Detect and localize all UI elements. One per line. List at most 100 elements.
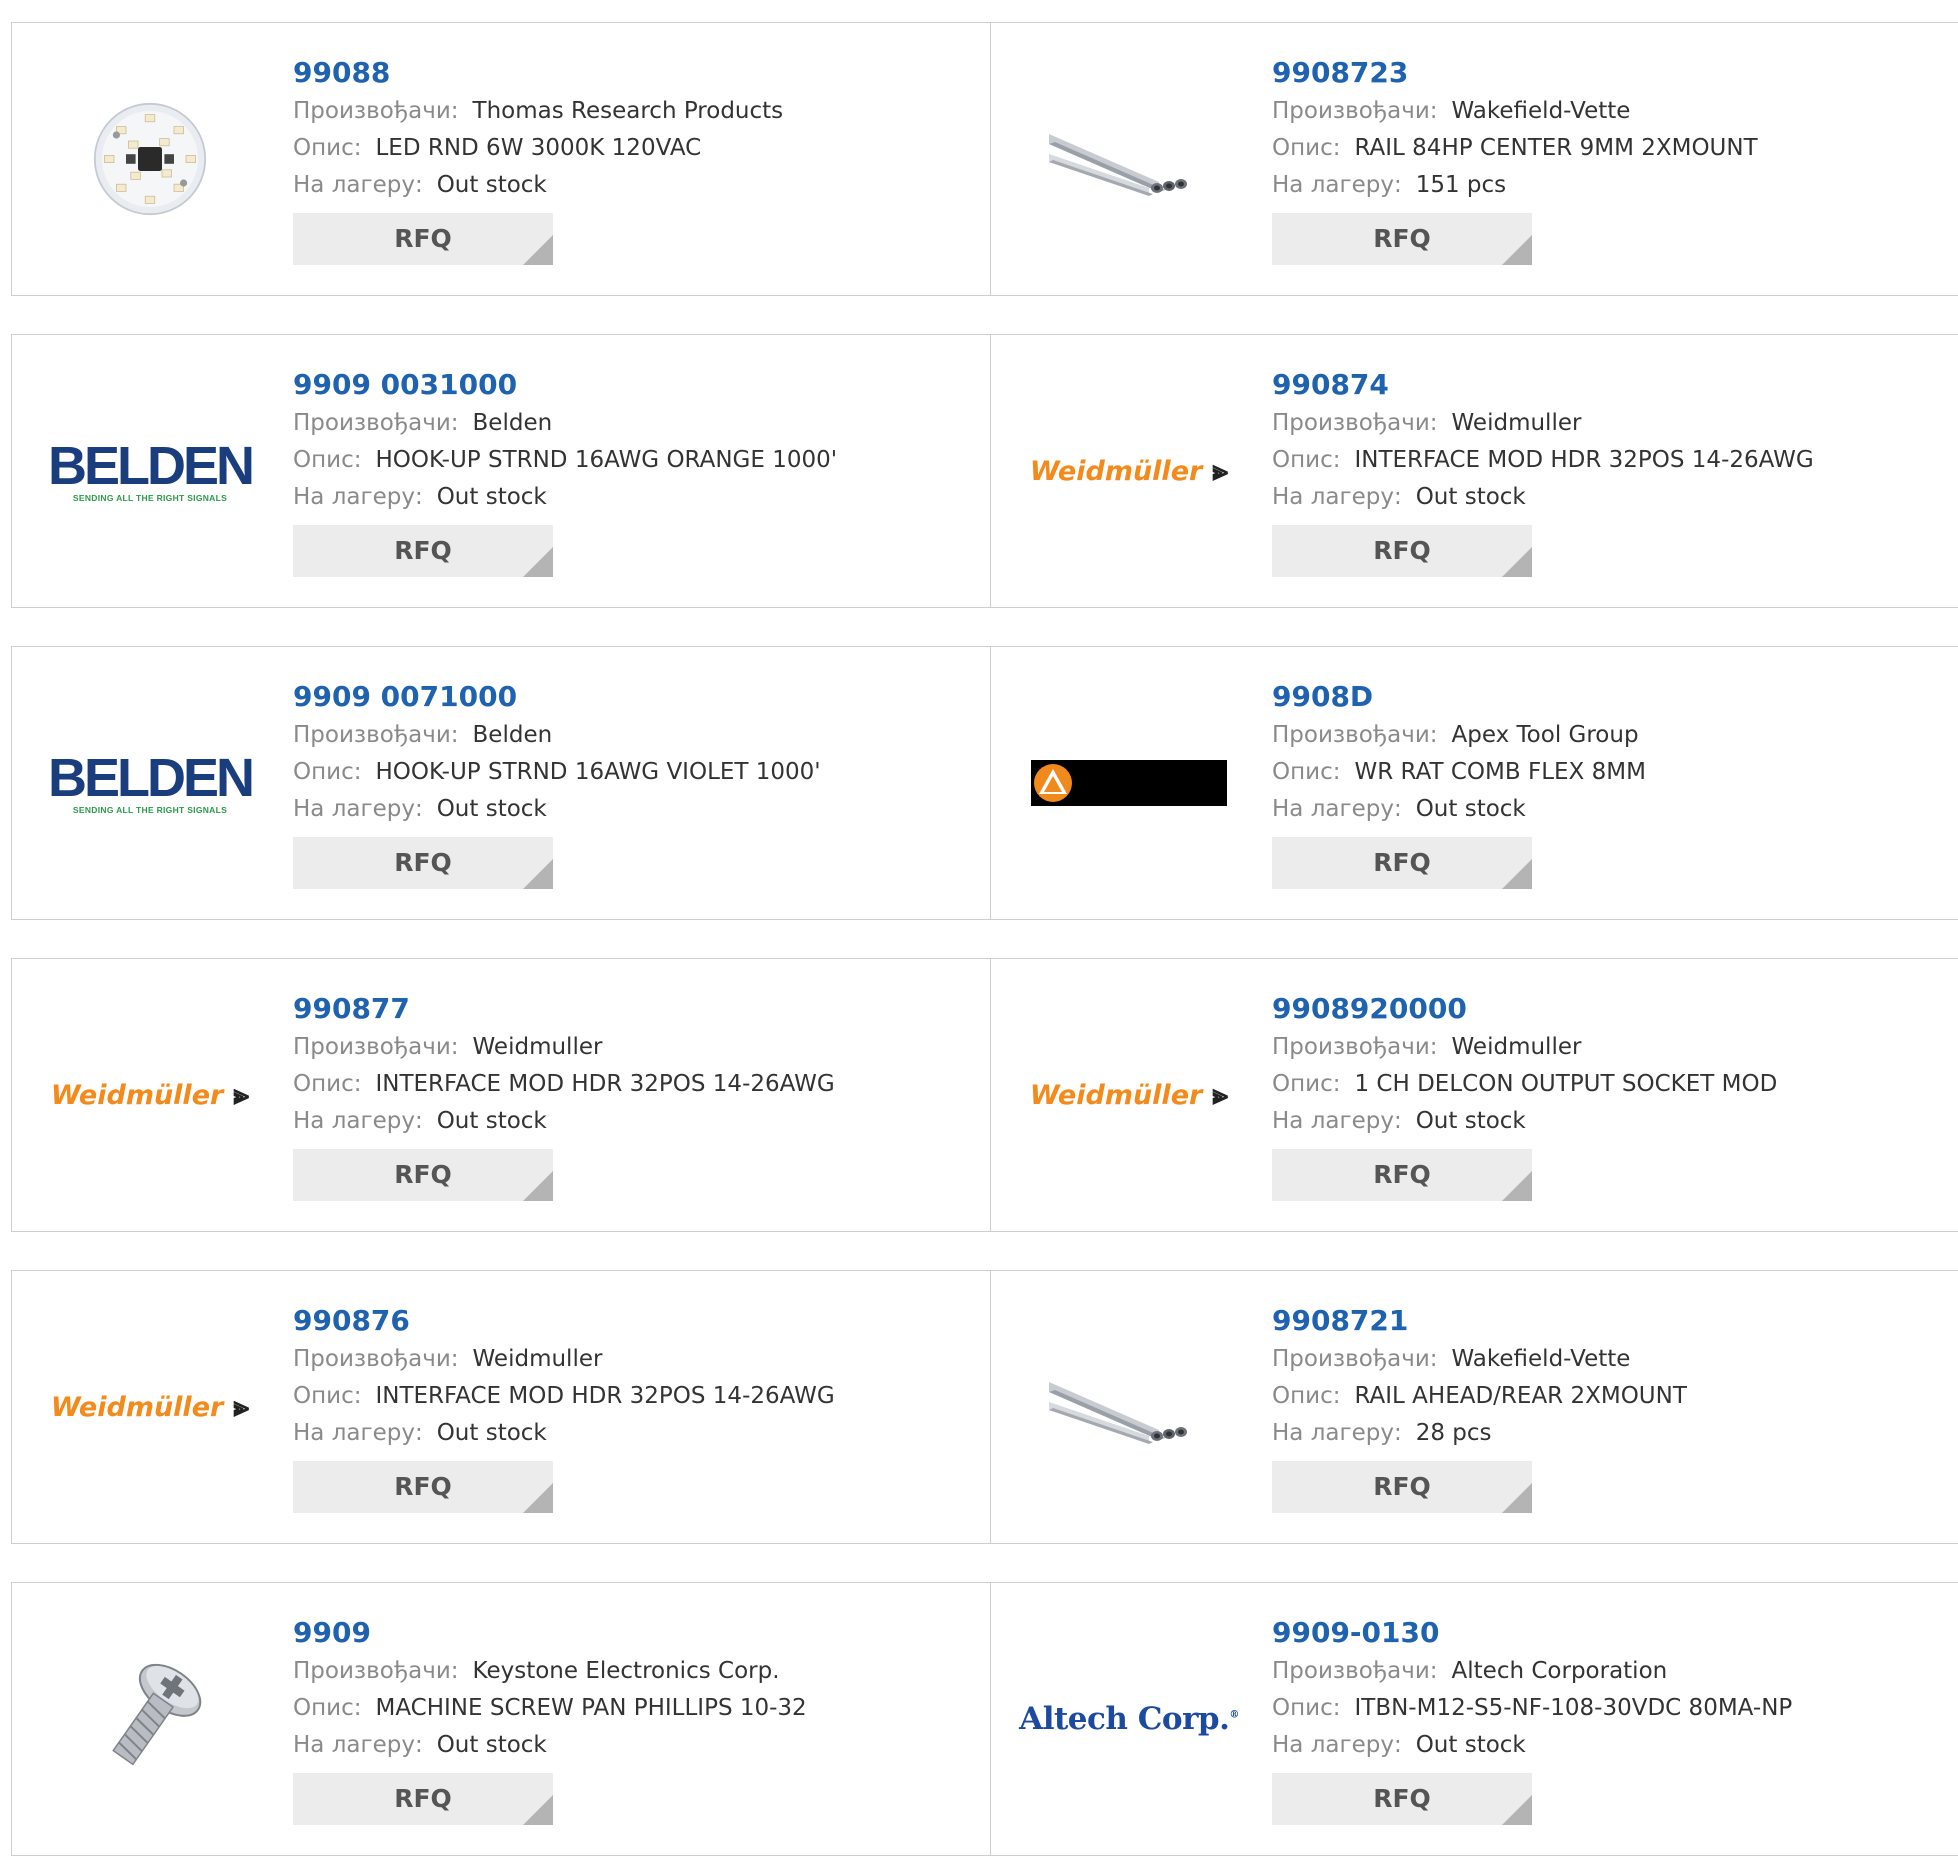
product-image[interactable]: BELDEN SENDING ALL THE RIGHT SIGNALS [48,677,255,889]
part-number-link[interactable]: 9908721 [1272,1303,1687,1341]
stock-value: Out stock [1415,1108,1526,1134]
description-label: Опис: [293,1695,362,1721]
product-image[interactable] [48,53,252,265]
rfq-button[interactable]: RFQ [293,213,553,265]
manufacturer-label: Произвођачи: [293,722,459,748]
manufacturer-label: Произвођачи: [293,1346,459,1372]
product-image[interactable] [48,1613,252,1825]
product-image[interactable]: BELDEN SENDING ALL THE RIGHT SIGNALS [48,365,255,577]
stock-value: Out stock [1415,1732,1526,1758]
product-image[interactable] [1027,53,1231,265]
stock-label: На лагеру: [1272,1108,1402,1134]
product-image[interactable]: Weidmüller ⫸ [1027,365,1231,577]
product-image[interactable]: Weidmüller ⫸ [48,1301,252,1513]
description-value: INTERFACE MOD HDR 32POS 14-26AWG [375,1071,835,1097]
rfq-label: RFQ [1373,1784,1431,1813]
rfq-label: RFQ [394,536,452,565]
part-number-link[interactable]: 990876 [293,1303,835,1341]
part-number-link[interactable]: 9909 [293,1615,807,1653]
description-label: Опис: [293,1071,362,1097]
product-image[interactable]: Altech Corp.® [1019,1613,1239,1825]
description-line: Опис: RAIL AHEAD/REAR 2XMOUNT [1272,1378,1687,1415]
description-label: Опис: [293,759,362,785]
description-line: Опис: HOOK-UP STRND 16AWG VIOLET 1000' [293,754,821,791]
rfq-button[interactable]: RFQ [293,525,553,577]
part-number-link[interactable]: 9908D [1272,679,1646,717]
corner-triangle-icon [523,1171,553,1201]
manufacturer-line: Произвођачи: Weidmuller [293,1341,835,1378]
product-card: 9908721 Произвођачи: Wakefield-Vette Опис… [991,1271,1958,1543]
description-line: Опис: MACHINE SCREW PAN PHILLIPS 10-32 [293,1690,807,1727]
product-info: 990874 Произвођачи: Weidmuller Опис: INTER… [1272,367,1814,577]
description-line: Опис: INTERFACE MOD HDR 32POS 14-26AWG [293,1066,835,1103]
description-value: 1 CH DELCON OUTPUT SOCKET MOD [1354,1071,1778,1097]
stock-line: На лагеру: 151 pcs [1272,167,1758,204]
description-label: Опис: [1272,1071,1341,1097]
product-row: Weidmüller ⫸ 990876 Произвођачи: Weidmulle… [11,1270,1958,1544]
product-image[interactable]: Weidmüller ⫸ [48,989,252,1201]
weidmuller-logo: Weidmüller ⫸ [1029,454,1229,487]
product-grid: 99088 Произвођачи: Thomas Research Produc… [0,0,1958,1856]
manufacturer-label: Произвођачи: [293,1658,459,1684]
corner-triangle-icon [1502,1171,1532,1201]
stock-label: На лагеру: [293,1732,423,1758]
corner-triangle-icon [523,1483,553,1513]
manufacturer-value: Keystone Electronics Corp. [472,1658,780,1684]
rail-image [1049,1382,1187,1444]
manufacturer-label: Произвођачи: [1272,1346,1438,1372]
product-image[interactable] [1027,1301,1231,1513]
product-info: 9909 Произвођачи: Keystone Electronics Co… [293,1615,807,1825]
part-number-link[interactable]: 9909 0031000 [293,367,837,405]
corner-triangle-icon [523,547,553,577]
description-value: RAIL AHEAD/REAR 2XMOUNT [1354,1383,1687,1409]
rfq-button[interactable]: RFQ [1272,1461,1532,1513]
product-card: 9908723 Произвођачи: Wakefield-Vette Опис… [991,23,1958,295]
stock-line: На лагеру: Out stock [1272,1727,1792,1764]
apex-logo [1031,760,1227,806]
product-card: 9909 Произвођачи: Keystone Electronics Co… [12,1583,991,1855]
product-card: Altech Corp.® 9909-0130 Произвођачи: Alte… [991,1583,1958,1855]
rfq-button[interactable]: RFQ [293,837,553,889]
description-label: Опис: [1272,759,1341,785]
description-value: INTERFACE MOD HDR 32POS 14-26AWG [375,1383,835,1409]
product-info: 990877 Произвођачи: Weidmuller Опис: INTER… [293,991,835,1201]
corner-triangle-icon [523,235,553,265]
part-number-link[interactable]: 9908920000 [1272,991,1777,1029]
product-card: Weidmüller ⫸ 990876 Произвођачи: Weidmulle… [12,1271,991,1543]
manufacturer-label: Произвођачи: [1272,410,1438,436]
stock-label: На лагеру: [1272,172,1402,198]
rfq-button[interactable]: RFQ [1272,1149,1532,1201]
description-line: Опис: INTERFACE MOD HDR 32POS 14-26AWG [1272,442,1814,479]
weidmuller-mark-icon: ⫸ [233,1390,250,1423]
part-number-link[interactable]: 990874 [1272,367,1814,405]
rfq-button[interactable]: RFQ [1272,837,1532,889]
screw-image [112,1663,202,1766]
part-number-link[interactable]: 9908723 [1272,55,1758,93]
product-row: BELDEN SENDING ALL THE RIGHT SIGNALS 990… [11,646,1958,920]
rfq-button[interactable]: RFQ [1272,525,1532,577]
weidmuller-logo: Weidmüller ⫸ [1029,1078,1229,1111]
stock-line: На лагеру: Out stock [293,1415,835,1452]
part-number-link[interactable]: 990877 [293,991,835,1029]
rfq-button[interactable]: RFQ [293,1461,553,1513]
rfq-button[interactable]: RFQ [1272,213,1532,265]
part-number-link[interactable]: 9909-0130 [1272,1615,1792,1653]
altech-logo: Altech Corp.® [1019,1701,1239,1737]
stock-value: Out stock [1415,484,1526,510]
manufacturer-line: Произвођачи: Belden [293,405,837,442]
product-image[interactable] [1027,677,1231,889]
stock-label: На лагеру: [1272,484,1402,510]
manufacturer-label: Произвођачи: [293,1034,459,1060]
rfq-button[interactable]: RFQ [1272,1773,1532,1825]
stock-value: Out stock [1415,796,1526,822]
description-value: WR RAT COMB FLEX 8MM [1354,759,1646,785]
product-image[interactable]: Weidmüller ⫸ [1027,989,1231,1201]
description-label: Опис: [293,135,362,161]
rfq-button[interactable]: RFQ [293,1149,553,1201]
part-number-link[interactable]: 9909 0071000 [293,679,821,717]
rfq-button[interactable]: RFQ [293,1773,553,1825]
part-number-link[interactable]: 99088 [293,55,783,93]
stock-value: Out stock [436,172,547,198]
stock-line: На лагеру: Out stock [293,1727,807,1764]
description-line: Опис: INTERFACE MOD HDR 32POS 14-26AWG [293,1378,835,1415]
